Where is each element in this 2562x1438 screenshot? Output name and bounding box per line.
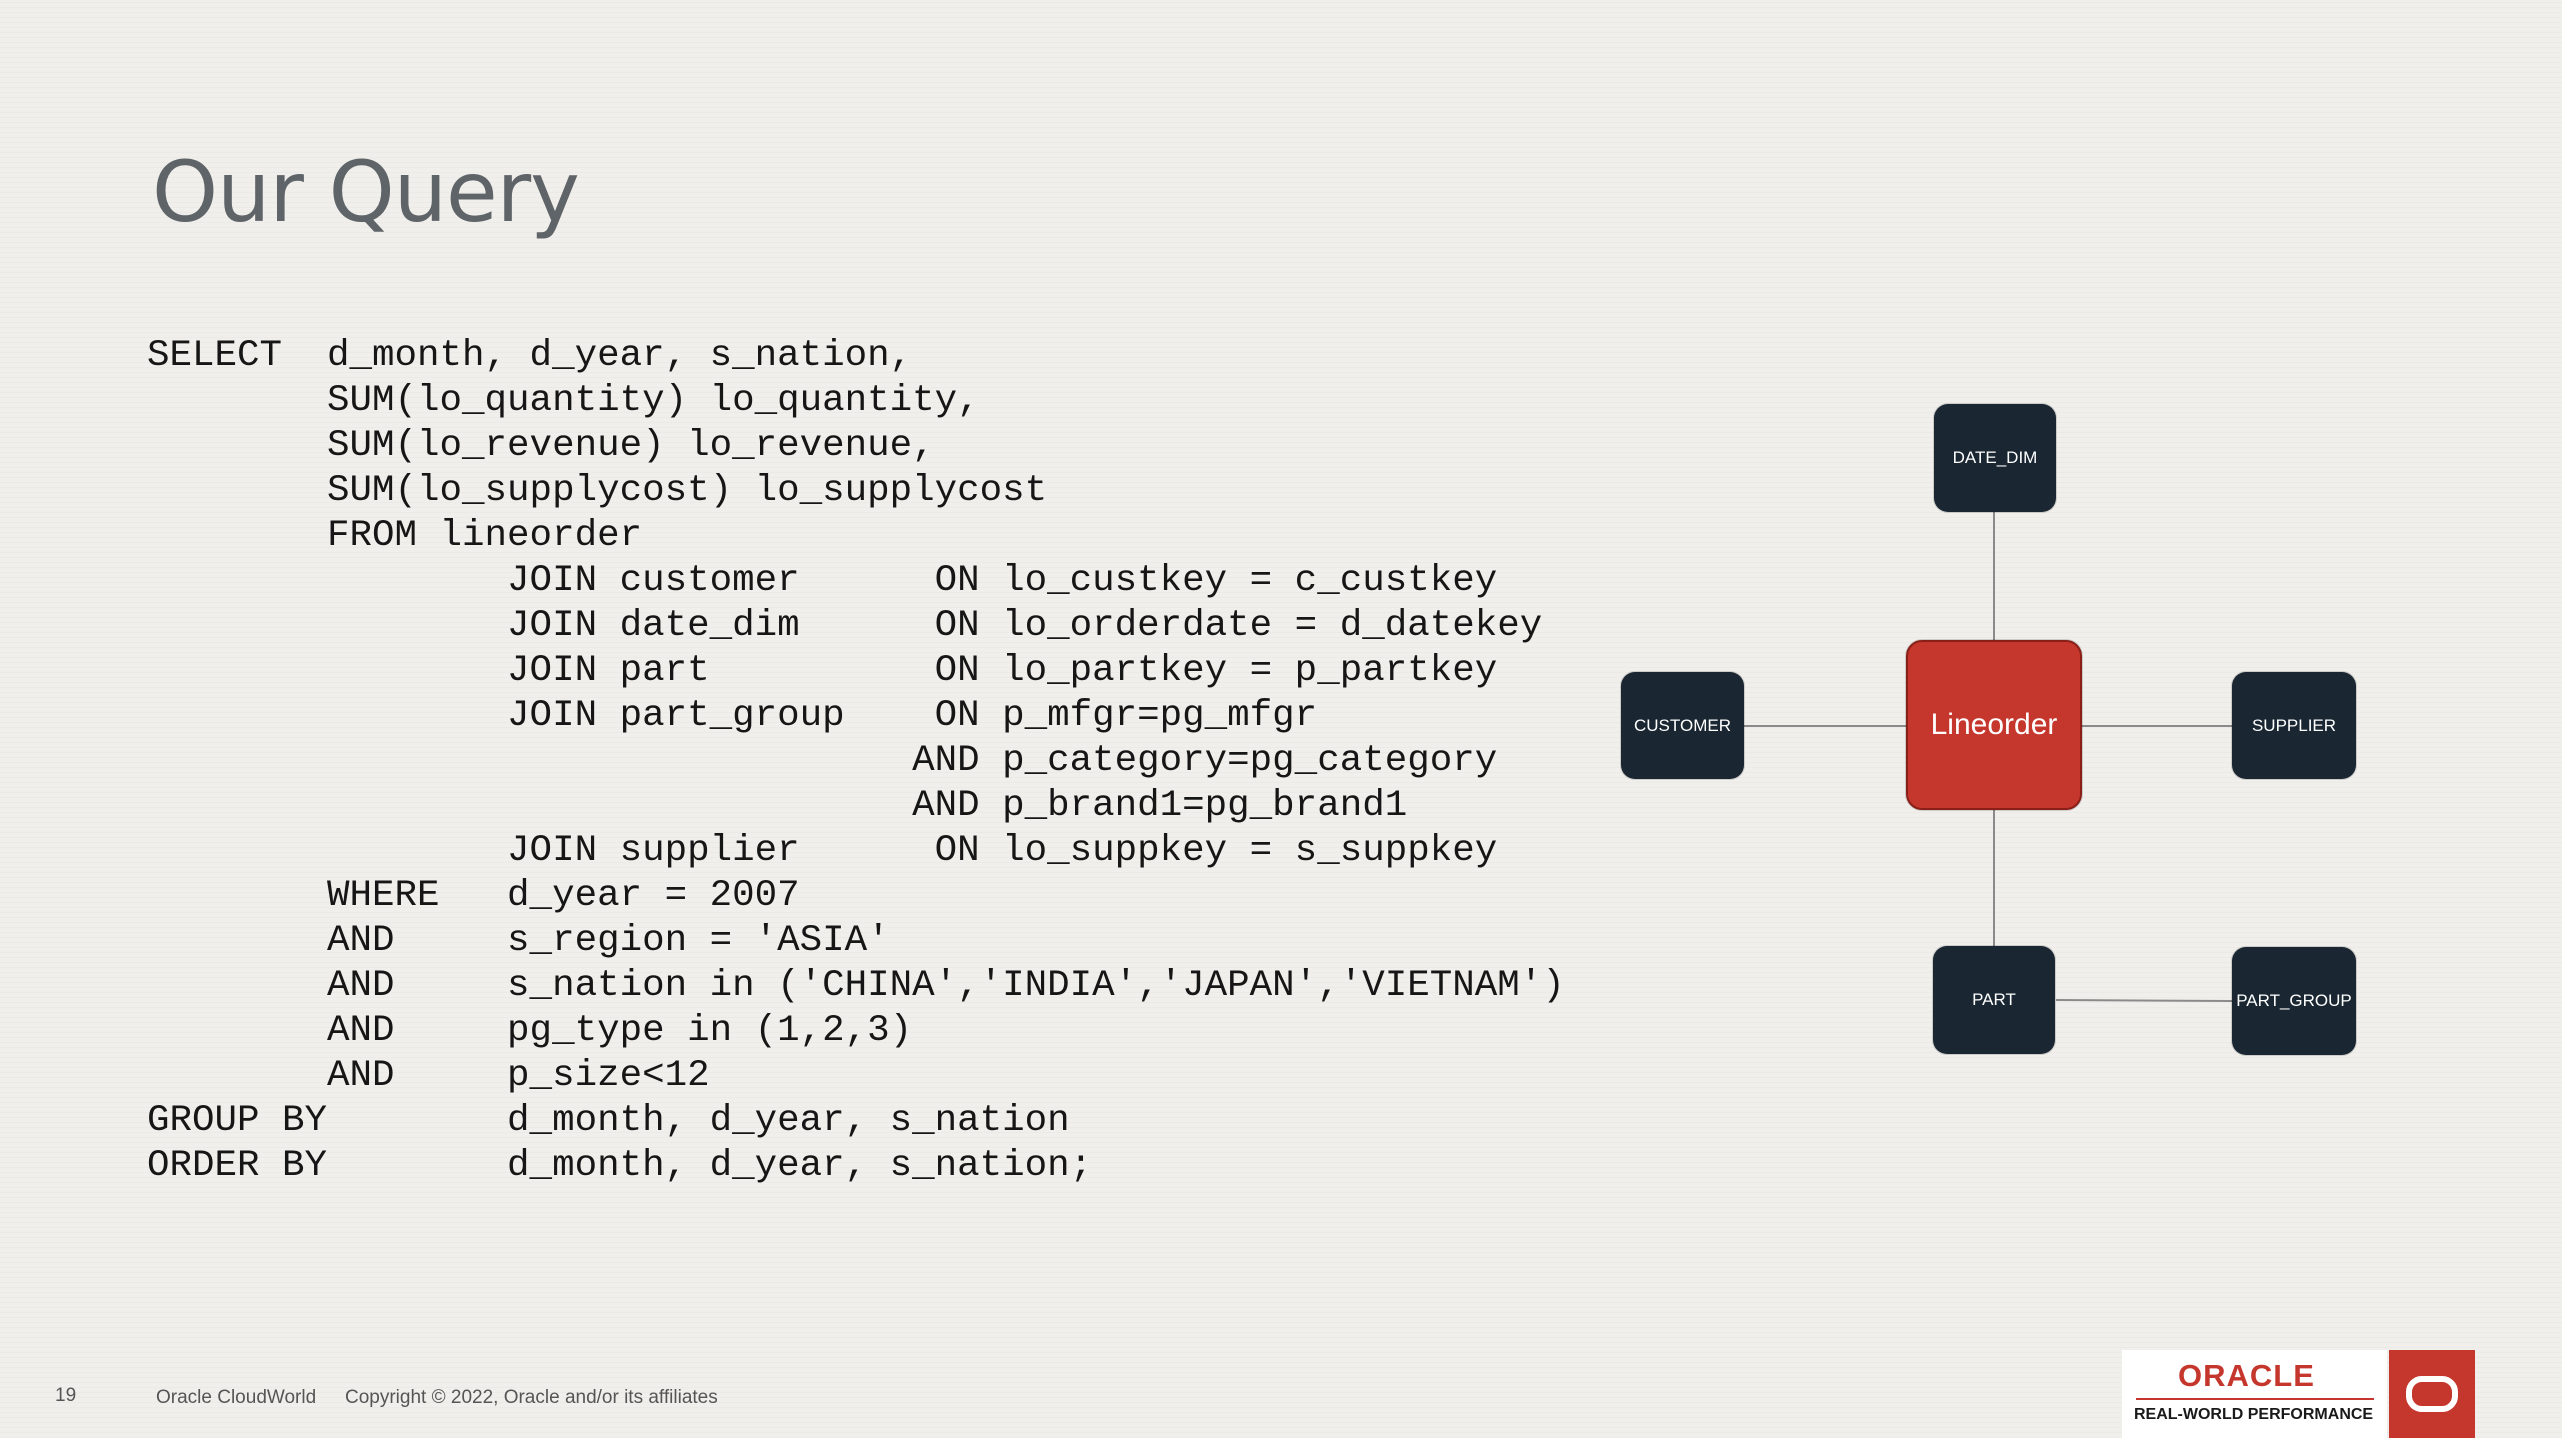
slide-title: Our Query [152, 143, 580, 241]
supplier-node: SUPPLIER [2232, 672, 2356, 779]
date-dim-node: DATE_DIM [1934, 404, 2056, 512]
sql-line: JOIN part_group ON p_mfgr=pg_mfgr [147, 695, 1318, 737]
sql-line: AND p_size<12 [147, 1055, 710, 1097]
part-node: PART [1933, 946, 2055, 1054]
oracle-o-shape [2406, 1376, 2458, 1412]
sql-line: JOIN customer ON lo_custkey = c_custkey [147, 560, 1498, 602]
sql-line: AND pg_type in (1,2,3) [147, 1010, 913, 1052]
part-group-label: PART_GROUP [2236, 991, 2352, 1010]
date-dim-label: DATE_DIM [1952, 448, 2038, 467]
sql-line: SUM(lo_revenue) lo_revenue, [147, 425, 935, 467]
sql-line: AND p_brand1=pg_brand1 [147, 785, 1408, 827]
sql-line: ORDER BY d_month, d_year, s_nation; [147, 1145, 1093, 1187]
footer-copyright: Copyright © 2022, Oracle and/or its affi… [345, 1387, 718, 1408]
sql-line: WHERE d_year = 2007 [147, 875, 800, 917]
lineorder-fact-node: Lineorder [1906, 640, 2082, 810]
part-label: PART [1972, 990, 2016, 1009]
sql-line: JOIN supplier ON lo_suppkey = s_suppkey [147, 830, 1498, 872]
sql-line: FROM lineorder [147, 515, 643, 557]
sql-line: JOIN date_dim ON lo_orderdate = d_dateke… [147, 605, 1543, 647]
footer-event-name: Oracle CloudWorld [156, 1387, 317, 1408]
star-schema-diagram: DATE_DIM CUSTOMER Lineorder SUPPLIER PAR… [1600, 390, 2380, 1080]
logo-tagline: REAL-WORLD PERFORMANCE [2134, 1406, 2374, 1423]
customer-label: CUSTOMER [1634, 715, 1731, 735]
supplier-label: SUPPLIER [2251, 715, 2337, 735]
customer-node: CUSTOMER [1621, 672, 1744, 779]
sql-code-block: SELECT d_month, d_year, s_nation, SUM(lo… [147, 334, 1565, 1189]
sql-line: GROUP BY d_month, d_year, s_nation [147, 1100, 1070, 1142]
sql-line: AND s_region = 'ASIA' [147, 920, 890, 962]
oracle-wordmark: ORACLE [2178, 1358, 2315, 1393]
sql-line: SELECT d_month, d_year, s_nation, [147, 335, 913, 377]
sql-line: AND s_nation in ('CHINA','INDIA','JAPAN'… [147, 965, 1565, 1007]
part-group-node: PART_GROUP [2232, 947, 2356, 1055]
oracle-logo: ORACLE REAL-WORLD PERFORMANCE [2122, 1350, 2387, 1438]
sql-line: AND p_category=pg_category [147, 740, 1498, 782]
oracle-o-icon [2389, 1350, 2475, 1438]
logo-divider [2136, 1398, 2374, 1400]
connector-part-group [2055, 999, 2233, 1002]
sql-line: SUM(lo_supplycost) lo_supplycost [147, 470, 1048, 512]
lineorder-label: Lineorder [1930, 708, 2058, 741]
sql-line: JOIN part ON lo_partkey = p_partkey [147, 650, 1498, 692]
page-number: 19 [55, 1385, 77, 1406]
sql-line: SUM(lo_quantity) lo_quantity, [147, 380, 980, 422]
